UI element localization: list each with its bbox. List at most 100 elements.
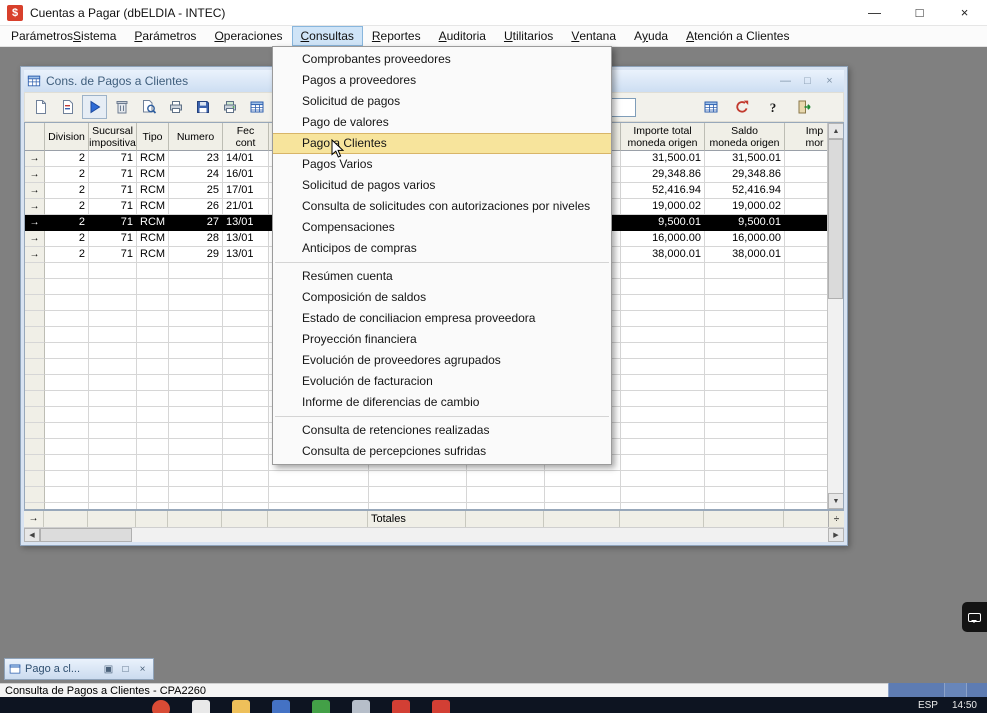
menuitem-resumen-cuenta[interactable]: Resúmen cuenta xyxy=(273,266,611,287)
cell-saldo[interactable] xyxy=(705,423,785,439)
menuitem-pago-a-clientes[interactable]: Pago a Clientes xyxy=(273,133,611,154)
windows-taskbar[interactable]: ESP 14:50 xyxy=(0,697,987,713)
cell-saldo[interactable] xyxy=(705,343,785,359)
cell-fecha[interactable]: 14/01 xyxy=(223,151,269,167)
delete-button[interactable] xyxy=(109,95,134,119)
cell-tipo[interactable]: RCM xyxy=(137,167,169,183)
cell-imp2[interactable] xyxy=(785,263,829,279)
horizontal-scrollbar[interactable]: ◀ ▶ xyxy=(24,527,844,542)
cell-fecha[interactable] xyxy=(223,359,269,375)
cell-division[interactable] xyxy=(45,263,89,279)
cell-sucursal[interactable] xyxy=(89,295,137,311)
cell-imp2[interactable] xyxy=(785,503,829,509)
cell-numero[interactable] xyxy=(169,343,223,359)
cell-fecha[interactable] xyxy=(223,327,269,343)
cell-imp2[interactable] xyxy=(785,183,829,199)
cell-fecha[interactable]: 13/01 xyxy=(223,215,269,231)
cell-division[interactable] xyxy=(45,279,89,295)
row-indicator[interactable]: → xyxy=(25,167,45,183)
cell-imp2[interactable] xyxy=(785,391,829,407)
row-indicator[interactable] xyxy=(25,407,45,423)
cell-tipo[interactable] xyxy=(137,327,169,343)
run-button[interactable] xyxy=(82,95,107,119)
menuitem-composicion-de-saldos[interactable]: Composición de saldos xyxy=(273,287,611,308)
menu-ayuda[interactable]: Ayuda xyxy=(625,26,677,46)
row-indicator[interactable] xyxy=(25,439,45,455)
cell-numero[interactable]: 29 xyxy=(169,247,223,263)
cell-division[interactable] xyxy=(45,343,89,359)
cell-division[interactable]: 2 xyxy=(45,247,89,263)
cell-division[interactable] xyxy=(45,327,89,343)
cell-tipo[interactable] xyxy=(137,423,169,439)
edit-button[interactable] xyxy=(55,95,80,119)
cell-saldo[interactable]: 38,000.01 xyxy=(705,247,785,263)
cell-numero[interactable]: 27 xyxy=(169,215,223,231)
menuitem-pagos-a-proveedores[interactable]: Pagos a proveedores xyxy=(273,70,611,91)
taskbar-app-6-icon[interactable] xyxy=(352,700,370,713)
cell-division[interactable] xyxy=(45,407,89,423)
cell-numero[interactable] xyxy=(169,311,223,327)
menuitem-compensaciones[interactable]: Compensaciones xyxy=(273,217,611,238)
cell-numero[interactable] xyxy=(169,327,223,343)
cell-importe[interactable] xyxy=(621,263,705,279)
row-indicator[interactable] xyxy=(25,455,45,471)
menuitem-solicitud-de-pagos[interactable]: Solicitud de pagos xyxy=(273,91,611,112)
refresh-button[interactable] xyxy=(729,95,754,119)
cell-h2[interactable] xyxy=(369,471,467,487)
cell-tipo[interactable]: RCM xyxy=(137,231,169,247)
menu-operaciones[interactable]: Operaciones xyxy=(205,26,291,46)
row-indicator[interactable] xyxy=(25,279,45,295)
cell-saldo[interactable] xyxy=(705,503,785,509)
cell-sucursal[interactable] xyxy=(89,359,137,375)
taskbar-app-2-icon[interactable] xyxy=(192,700,210,713)
cell-fecha[interactable]: 17/01 xyxy=(223,183,269,199)
cell-division[interactable]: 2 xyxy=(45,199,89,215)
cell-importe[interactable]: 19,000.02 xyxy=(621,199,705,215)
cell-fecha[interactable] xyxy=(223,295,269,311)
scroll-left-button[interactable]: ◀ xyxy=(24,528,40,542)
print-button[interactable] xyxy=(163,95,188,119)
new-button[interactable] xyxy=(28,95,53,119)
cell-imp2[interactable] xyxy=(785,471,829,487)
menuitem-consulta-de-retenciones-realizadas[interactable]: Consulta de retenciones realizadas xyxy=(273,420,611,441)
cell-numero[interactable] xyxy=(169,487,223,503)
cell-importe[interactable]: 16,000.00 xyxy=(621,231,705,247)
cell-saldo[interactable] xyxy=(705,311,785,327)
cell-h3[interactable] xyxy=(467,487,545,503)
cell-fecha[interactable] xyxy=(223,263,269,279)
cell-tipo[interactable] xyxy=(137,391,169,407)
cell-tipo[interactable]: RCM xyxy=(137,215,169,231)
cell-division[interactable] xyxy=(45,375,89,391)
cell-saldo[interactable]: 9,500.01 xyxy=(705,215,785,231)
cell-tipo[interactable] xyxy=(137,279,169,295)
cell-imp2[interactable] xyxy=(785,359,829,375)
cell-numero[interactable]: 24 xyxy=(169,167,223,183)
cell-importe[interactable]: 31,500.01 xyxy=(621,151,705,167)
cell-saldo[interactable]: 29,348.86 xyxy=(705,167,785,183)
preview-button[interactable] xyxy=(136,95,161,119)
menuitem-pago-de-valores[interactable]: Pago de valores xyxy=(273,112,611,133)
cell-sucursal[interactable]: 71 xyxy=(89,167,137,183)
menuitem-anticipos-de-compras[interactable]: Anticipos de compras xyxy=(273,238,611,259)
cell-imp2[interactable] xyxy=(785,375,829,391)
cell-h4[interactable] xyxy=(545,503,621,509)
cell-sucursal[interactable] xyxy=(89,311,137,327)
menuitem-estado-de-conciliacion-empresa-proveedora[interactable]: Estado de conciliacion empresa proveedor… xyxy=(273,308,611,329)
taskbar-app-1-icon[interactable] xyxy=(152,700,170,713)
child-close-button[interactable]: × xyxy=(822,75,837,87)
taskbar-app-8-icon[interactable] xyxy=(432,700,450,713)
cell-sucursal[interactable]: 71 xyxy=(89,151,137,167)
row-indicator[interactable]: → xyxy=(25,215,45,231)
cell-importe[interactable] xyxy=(621,375,705,391)
cell-numero[interactable]: 23 xyxy=(169,151,223,167)
scroll-down-button[interactable]: ▼ xyxy=(828,493,844,509)
row-indicator[interactable]: → xyxy=(25,231,45,247)
clock[interactable]: 14:50 xyxy=(952,700,977,711)
cell-saldo[interactable] xyxy=(705,455,785,471)
cell-saldo[interactable] xyxy=(705,263,785,279)
grid-empty-row[interactable] xyxy=(25,471,829,487)
cell-numero[interactable] xyxy=(169,503,223,509)
cell-division[interactable] xyxy=(45,391,89,407)
cell-imp2[interactable] xyxy=(785,295,829,311)
menu-auditoria[interactable]: Auditoria xyxy=(430,26,495,46)
